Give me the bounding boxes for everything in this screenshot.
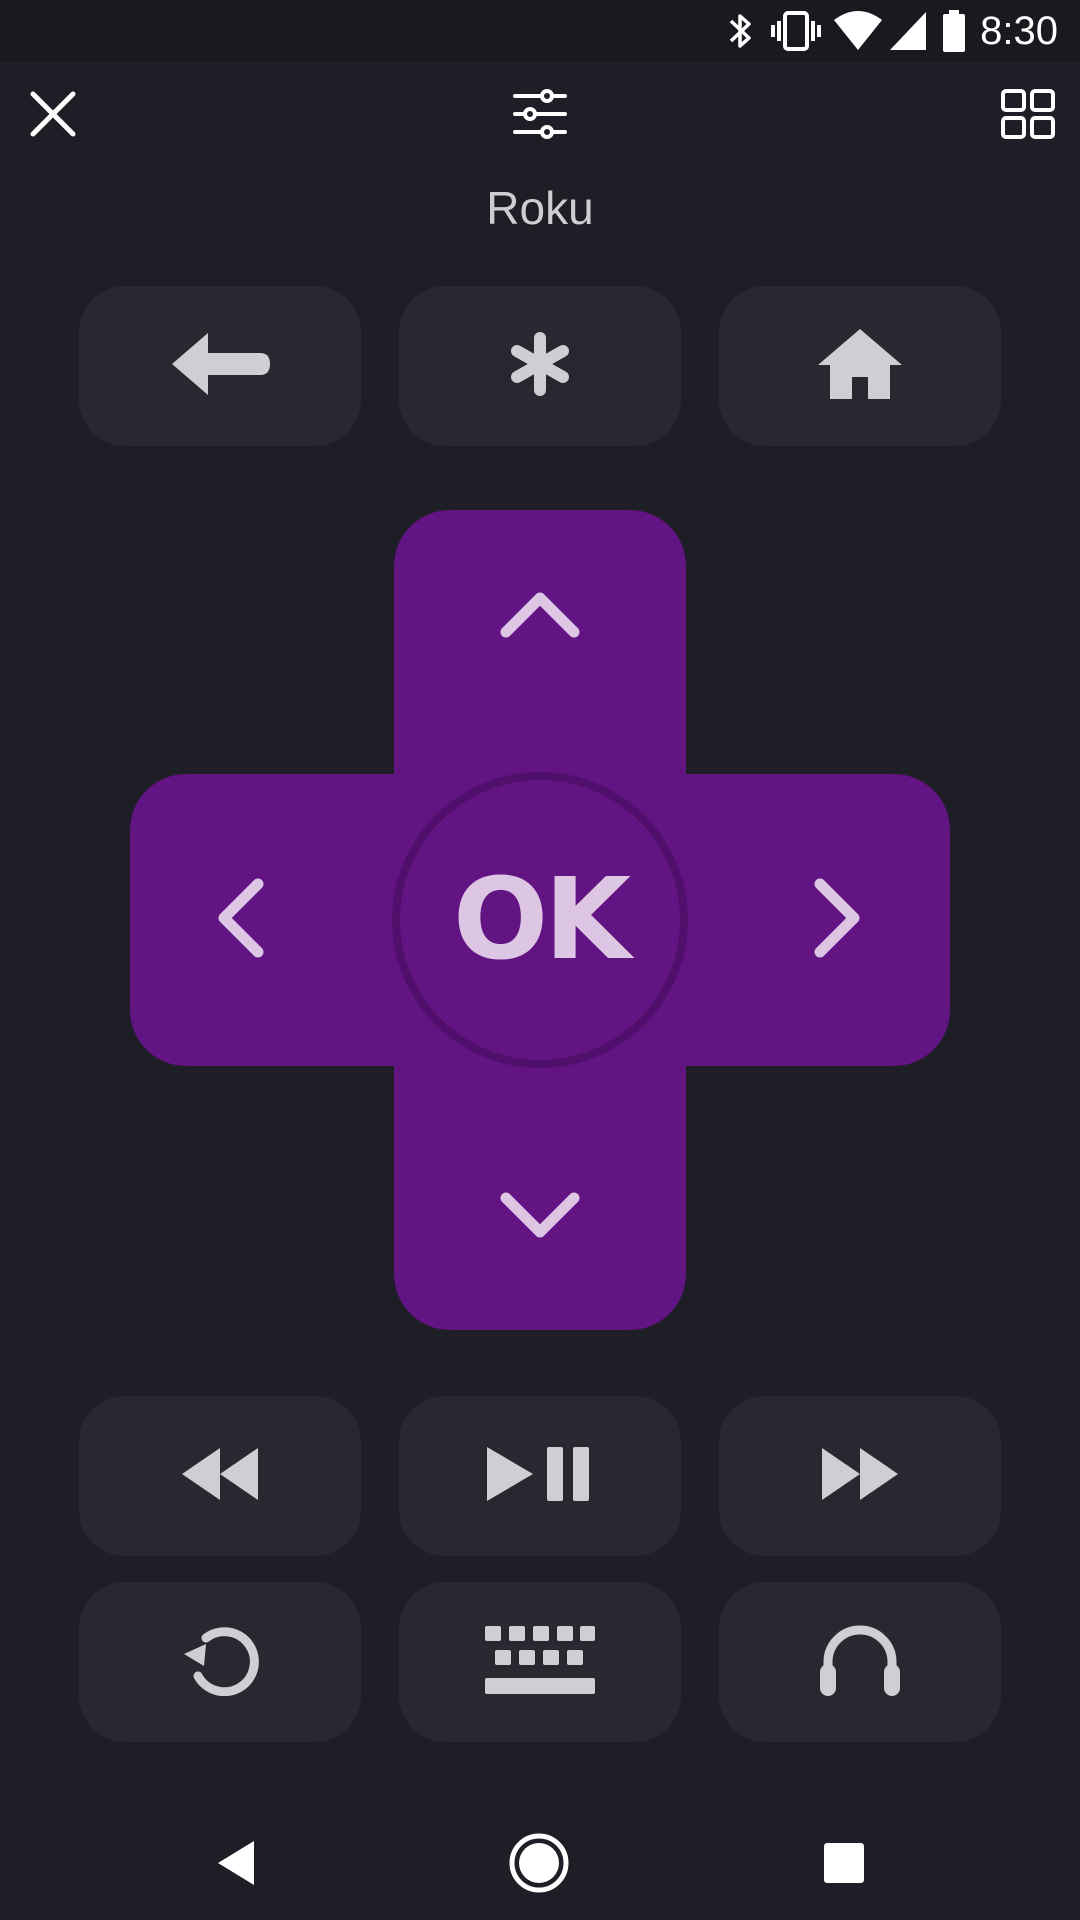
nav-recents-icon [823,1842,865,1889]
rewind-button[interactable] [79,1396,361,1556]
settings-sliders-icon [512,88,568,145]
dpad-left-button[interactable] [194,874,286,966]
nav-recents-button[interactable] [799,1820,889,1910]
headphones-icon [816,1622,904,1703]
settings-button[interactable] [504,80,576,152]
dpad-right-button[interactable] [792,874,884,966]
fast-forward-icon [820,1446,900,1507]
ok-button[interactable]: OK [392,772,688,1068]
dpad-down-button[interactable] [494,1172,586,1264]
status-time: 8:30 [980,9,1058,53]
signal-icon [888,8,930,59]
chevron-right-icon [814,878,862,963]
grid-view-icon [1001,88,1055,144]
asterisk-icon [508,331,572,401]
back-arrow-icon [168,329,272,404]
chevron-left-icon [216,878,264,963]
nav-home-icon [508,1832,570,1899]
bluetooth-icon [728,8,754,59]
dpad-up-button[interactable] [494,570,586,662]
wifi-icon [832,8,884,59]
close-icon [29,90,77,143]
chevron-up-icon [500,590,580,643]
replay-icon [180,1624,260,1701]
device-name: Roku [486,182,594,234]
fast-forward-button[interactable] [719,1396,1001,1556]
chevron-down-icon [500,1192,580,1245]
home-button[interactable] [719,286,1001,446]
play-pause-button[interactable] [399,1396,681,1556]
vibrate-icon [770,8,822,59]
replay-button[interactable] [79,1582,361,1742]
home-icon [816,327,904,406]
keyboard-button[interactable] [399,1582,681,1742]
rewind-icon [180,1446,260,1507]
options-button[interactable] [399,286,681,446]
keyboard-icon [483,1624,597,1701]
nav-home-button[interactable] [494,1820,584,1910]
battery-icon [940,8,968,59]
close-button[interactable] [17,80,89,152]
ok-label: OK [453,855,631,985]
nav-back-icon [214,1839,258,1892]
nav-back-button[interactable] [191,1820,281,1910]
grid-view-button[interactable] [992,80,1064,152]
status-bar: 8:30 [0,0,1080,62]
back-button[interactable] [79,286,361,446]
play-pause-icon [485,1445,595,1508]
private-listening-button[interactable] [719,1582,1001,1742]
